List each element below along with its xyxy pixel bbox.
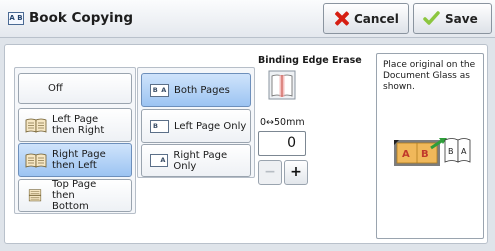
save-button[interactable]: Save <box>413 3 492 34</box>
cancel-x-icon <box>333 10 350 27</box>
option-right-page-only-label: Right Page Only <box>173 149 228 172</box>
erase-width-input[interactable]: 0 <box>258 131 306 156</box>
svg-text:A: A <box>461 147 467 156</box>
option-left-page-only-label: Left Page Only <box>174 120 247 132</box>
binding-edge-erase-heading: Binding Edge Erase <box>258 55 362 66</box>
both-pages-icon: BA <box>150 83 169 97</box>
option-both-pages-label: Both Pages <box>174 84 230 96</box>
option-left-then-right-label: Left Page then Right <box>52 114 105 136</box>
svg-text:B: B <box>421 149 429 160</box>
instruction-panel: Place original on the Document Glass as … <box>376 53 484 239</box>
option-both-pages[interactable]: BA Both Pages <box>141 73 251 107</box>
cancel-label: Cancel <box>354 11 399 26</box>
book-right-left-icon <box>25 153 47 168</box>
page-title: Book Copying <box>29 10 134 26</box>
document-glass-placement-icon: A B B A <box>394 138 471 166</box>
save-label: Save <box>445 11 478 26</box>
right-page-icon: A <box>150 154 169 167</box>
increment-button[interactable]: + <box>284 160 308 185</box>
cancel-button[interactable]: Cancel <box>323 3 409 34</box>
left-page-icon: B <box>150 119 169 133</box>
book-copying-icon: A B <box>8 12 24 25</box>
option-left-then-right[interactable]: Left Page then Right <box>18 108 132 142</box>
option-off[interactable]: Off <box>18 73 132 104</box>
svg-text:B: B <box>448 147 454 156</box>
erase-range-label: 0↔50mm <box>260 117 305 128</box>
binding-edge-icon <box>268 70 296 100</box>
option-right-page-only[interactable]: A Right Page Only <box>141 144 251 177</box>
option-right-then-left[interactable]: Right Page then Left <box>18 143 132 177</box>
option-right-then-left-label: Right Page then Left <box>52 149 106 171</box>
title-bar: A B Book Copying Cancel Save <box>0 0 495 38</box>
option-top-then-bottom-label: Top Page then Bottom <box>52 179 97 212</box>
option-left-page-only[interactable]: B Left Page Only <box>141 109 251 143</box>
decrement-button[interactable]: − <box>258 160 282 185</box>
svg-text:A: A <box>402 149 410 160</box>
checkmark-icon <box>423 11 440 25</box>
option-top-then-bottom[interactable]: Top Page then Bottom <box>18 179 132 212</box>
option-off-label: Off <box>48 83 63 94</box>
book-left-right-icon <box>25 118 47 133</box>
book-top-bottom-icon <box>28 189 42 202</box>
instruction-text: Place original on the Document Glass as … <box>383 60 476 92</box>
